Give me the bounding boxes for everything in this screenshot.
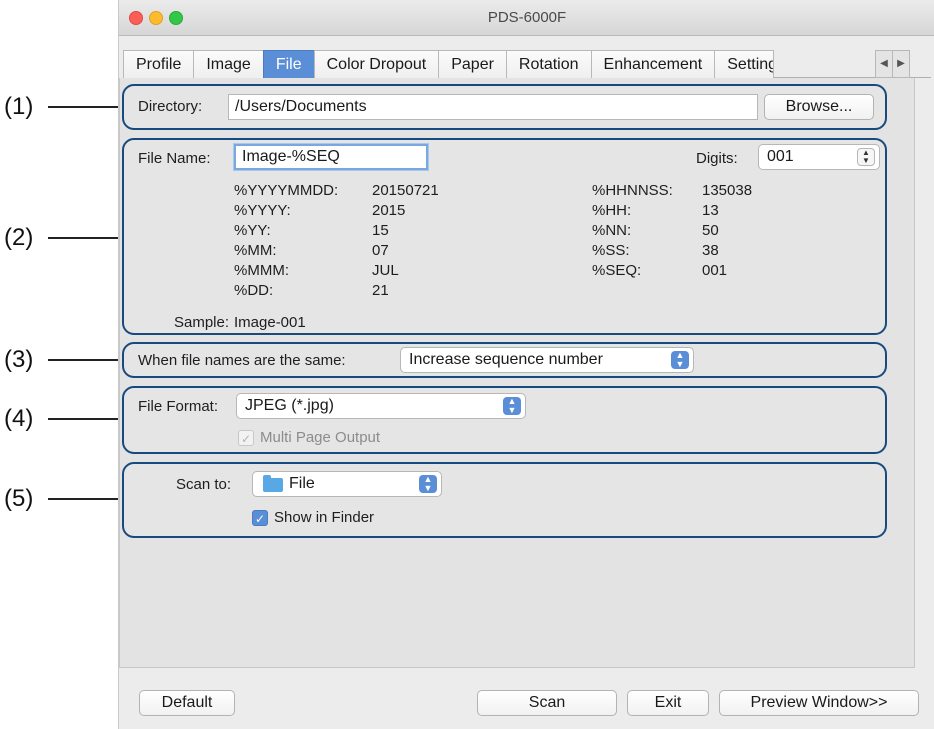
folder-icon (263, 475, 283, 492)
exit-button[interactable]: Exit (627, 690, 709, 716)
callout-label: (2) (4, 224, 34, 251)
variable-row: %SS: 38 (592, 242, 719, 259)
browse-button[interactable]: Browse... (764, 94, 874, 120)
tab-paper[interactable]: Paper (438, 50, 507, 78)
file-format-label: File Format: (138, 398, 219, 415)
tab-file[interactable]: File (262, 50, 315, 78)
tab-scroll-right-icon[interactable]: ▶ (892, 50, 910, 78)
tab-enhancement[interactable]: Enhancement (590, 50, 716, 78)
tab-color-dropout[interactable]: Color Dropout (313, 50, 440, 78)
popup-arrows-icon: ▲ ▼ (671, 351, 689, 369)
variable-row: %YY: 15 (234, 222, 389, 239)
tab-scroll-left-icon[interactable]: ◀ (875, 50, 893, 78)
variable-row: %SEQ: 001 (592, 262, 728, 279)
date-variables: %YYYYMMDD: 20150721 %YYYY: 2015 %YY: 15 %MM… (234, 182, 439, 302)
tab-image[interactable]: Image (193, 50, 264, 78)
callout-1: (1) (0, 93, 118, 120)
show-in-finder-label: Show in Finder (274, 509, 375, 526)
tab-rotation[interactable]: Rotation (505, 50, 592, 78)
tab-setting[interactable]: Setting (714, 50, 775, 78)
variable-row: %HHNNSS: 135038 (592, 182, 753, 199)
variable-row: %MMM: JUL (234, 262, 399, 279)
callout-line (48, 106, 118, 108)
file-name-group: File Name: Image-%SEQ Digits: 001 ▲ ▼ %YY… (122, 138, 887, 335)
file-name-label: File Name: (138, 150, 211, 167)
popup-arrows-icon: ▲ ▼ (503, 397, 521, 415)
show-in-finder-checkbox[interactable]: ✓ (252, 510, 268, 526)
popup-arrows-icon: ▲ ▼ (419, 475, 437, 493)
callout-2: (2) (0, 224, 118, 251)
window-title: PDS-6000F (487, 9, 567, 26)
callout-label: (1) (4, 93, 34, 120)
digits-select[interactable]: 001 ▲ ▼ (758, 144, 880, 170)
sample-value: Image-001 (234, 314, 306, 331)
variable-row: %NN: 50 (592, 222, 719, 239)
variable-row: %DD: 21 (234, 282, 389, 299)
same-names-label: When file names are the same: (138, 352, 346, 369)
scan-to-group: Scan to: File ▲ ▼ ✓ Show in Finder (122, 462, 887, 538)
preview-window-button[interactable]: Preview Window>> (719, 690, 919, 716)
callout-line (48, 418, 118, 420)
tab-bar: Profile Image File Color Dropout Paper R… (123, 50, 931, 78)
callout-line (48, 498, 118, 500)
duplicate-names-group: When file names are the same: Increase s… (122, 342, 887, 378)
directory-field[interactable]: /Users/Documents (228, 94, 758, 120)
file-format-value: JPEG (*.jpg) (245, 397, 334, 414)
file-tab-panel: Directory: /Users/Documents Browse... Fi… (119, 78, 915, 668)
multi-page-checkbox[interactable]: ✓ (238, 430, 254, 446)
callout-label: (3) (4, 346, 34, 373)
time-variables: %HHNNSS: 135038 %HH: 13 %NN: 50 %SS: 38 %SEQ… (592, 182, 752, 282)
callout-5: (5) (0, 485, 118, 512)
file-name-field[interactable]: Image-%SEQ (234, 144, 428, 170)
scan-to-label: Scan to: (176, 476, 232, 493)
variable-row: %YYYY: 2015 (234, 202, 406, 219)
sample-label: Sample: (174, 314, 230, 331)
scan-to-select[interactable]: File ▲ ▼ (252, 471, 442, 497)
tab-profile[interactable]: Profile (123, 50, 195, 78)
multi-page-label: Multi Page Output (260, 429, 381, 446)
callout-line (48, 359, 118, 361)
digits-value: 001 (767, 148, 794, 165)
directory-group: Directory: /Users/Documents Browse... (122, 84, 887, 130)
default-button[interactable]: Default (139, 690, 235, 716)
directory-label: Directory: (138, 98, 203, 115)
callout-label: (5) (4, 485, 34, 512)
variable-row: %HH: 13 (592, 202, 719, 219)
callout-label: (4) (4, 405, 34, 432)
digits-label: Digits: (696, 150, 738, 167)
file-format-group: File Format: JPEG (*.jpg) ▲ ▼ ✓ Multi Pag… (122, 386, 887, 454)
same-names-select[interactable]: Increase sequence number ▲ ▼ (400, 347, 694, 373)
scan-to-value: File (289, 475, 315, 492)
stepper-arrows-icon: ▲ ▼ (857, 148, 875, 166)
scan-button[interactable]: Scan (477, 690, 617, 716)
variable-row: %YYYYMMDD: 20150721 (234, 182, 439, 199)
file-format-select[interactable]: JPEG (*.jpg) ▲ ▼ (236, 393, 526, 419)
callout-3: (3) (0, 346, 118, 373)
same-names-value: Increase sequence number (409, 351, 603, 368)
titlebar: PDS-6000F (119, 0, 934, 36)
variable-row: %MM: 07 (234, 242, 389, 259)
scanner-settings-window: PDS-6000F Profile Image File Color Dropo… (118, 0, 934, 729)
callout-4: (4) (0, 405, 118, 432)
callout-line (48, 237, 118, 239)
